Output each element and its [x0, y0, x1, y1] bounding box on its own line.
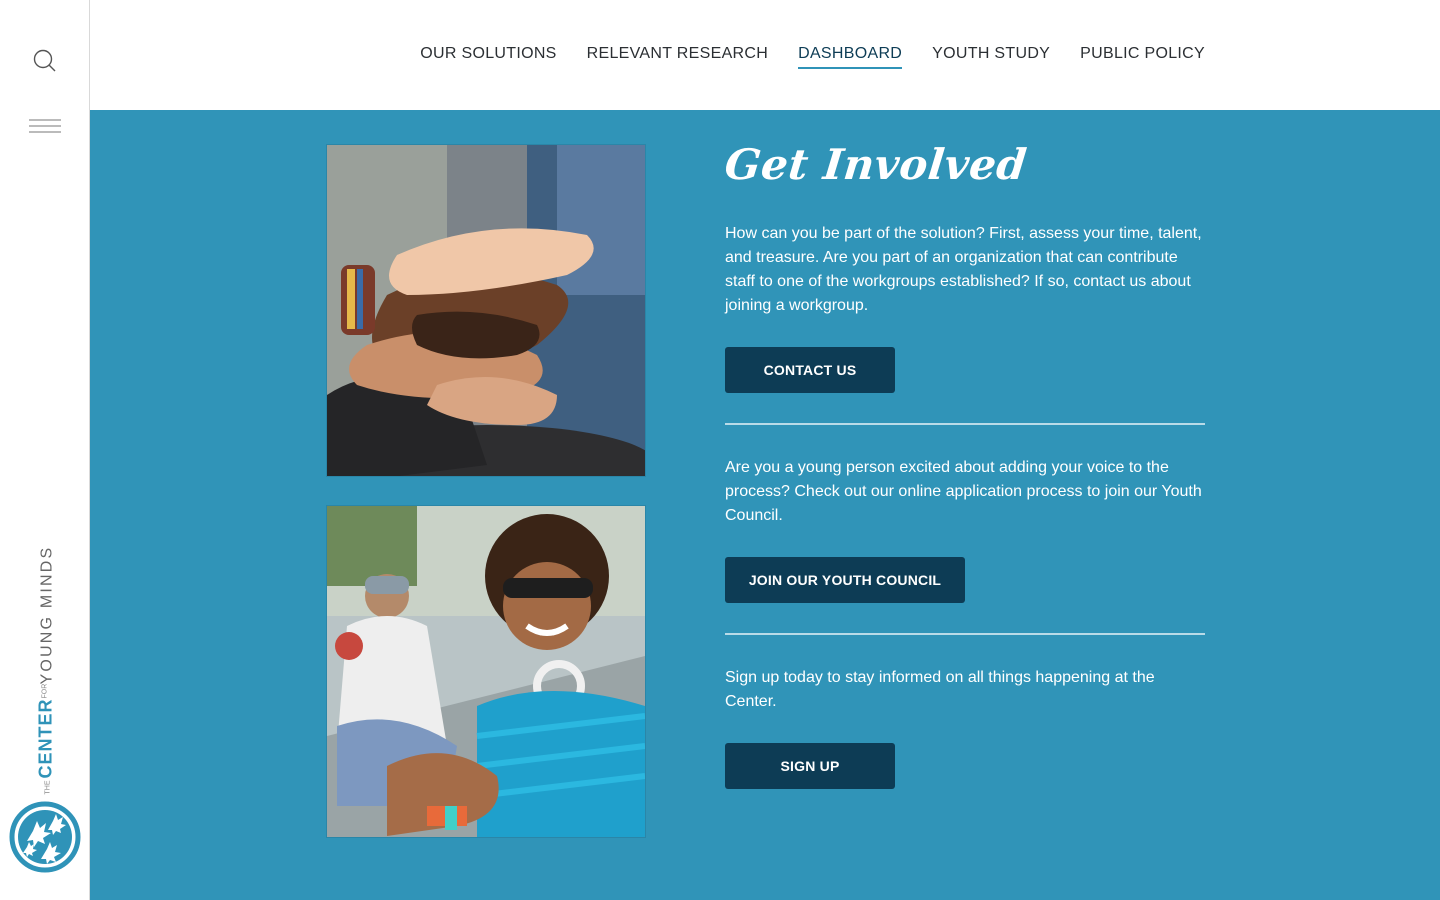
main-nav: OUR SOLUTIONS RELEVANT RESEARCH DASHBOAR… [390, 45, 1205, 69]
nav-youth-study[interactable]: YOUTH STUDY [932, 45, 1050, 69]
leaves-logo-icon [9, 801, 81, 873]
nav-our-solutions[interactable]: OUR SOLUTIONS [420, 45, 556, 69]
stacked-hands-photo [326, 144, 646, 477]
get-involved-section: Get Involved How can you be part of the … [90, 110, 1440, 900]
workgroup-paragraph: How can you be part of the solution? Fir… [725, 225, 1202, 314]
brand-for: FOR [42, 684, 49, 699]
hamburger-menu-icon [29, 119, 61, 133]
left-sidebar: THE CENTER FOR YOUNG MINDS [0, 0, 90, 900]
brand-wordmark[interactable]: THE CENTER FOR YOUNG MINDS [34, 540, 56, 795]
signup-paragraph: Sign up today to stay informed on all th… [725, 669, 1155, 710]
join-youth-council-button[interactable]: JOIN OUR YOUTH COUNCIL [725, 557, 965, 603]
nav-public-policy[interactable]: PUBLIC POLICY [1080, 45, 1205, 69]
nav-relevant-research[interactable]: RELEVANT RESEARCH [587, 45, 768, 69]
hamburger-menu-button[interactable] [29, 116, 61, 138]
section-divider [725, 633, 1205, 635]
youth-council-paragraph: Are you a young person excited about add… [725, 459, 1202, 524]
brand-the: THE [45, 780, 52, 794]
section-divider [725, 423, 1205, 425]
search-icon [33, 49, 56, 72]
contact-us-button[interactable]: CONTACT US [725, 347, 895, 393]
search-button[interactable] [30, 46, 60, 76]
sign-up-button[interactable]: SIGN UP [725, 743, 895, 789]
logo[interactable] [9, 801, 81, 873]
get-involved-heading: Get Involved [722, 140, 1030, 189]
brand-center: CENTER [36, 698, 56, 778]
smiling-teen-photo [326, 505, 646, 838]
nav-dashboard[interactable]: DASHBOARD [798, 45, 903, 69]
brand-young-minds: YOUNG MINDS [39, 546, 56, 685]
top-navigation-bar: OUR SOLUTIONS RELEVANT RESEARCH DASHBOAR… [90, 0, 1440, 110]
